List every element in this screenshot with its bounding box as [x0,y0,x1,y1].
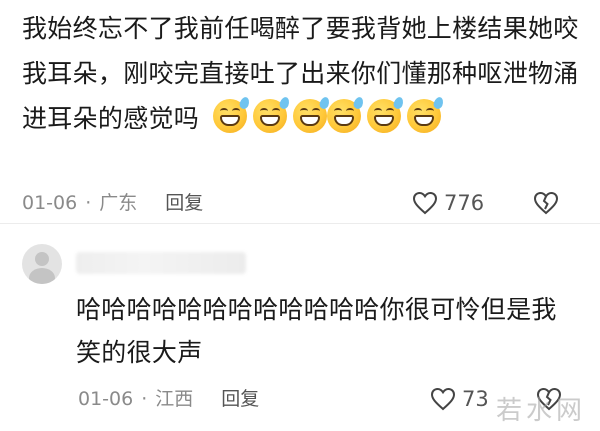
comment-meta: 01-06 · 广东 回复 [22,189,203,217]
meta-separator: · [141,388,148,410]
comment-text-block: 我始终忘不了我前任喝醉了要我背她上楼结果她咬我耳朵，刚咬完直接吐了出来你们懂那种… [22,6,588,141]
grinning-sweat-emoji-icon [253,95,292,133]
grinning-sweat-emoji-icon [293,95,332,133]
meta-separator: · [85,192,92,214]
comment-like-count: 776 [444,191,485,215]
grinning-sweat-emoji-icon [407,95,446,133]
heart-icon [412,191,438,215]
comment-reply-button[interactable]: 回复 [165,189,203,217]
reply-like-button[interactable]: 73 [430,385,489,413]
reply-date: 01-06 [78,388,134,410]
comment-location: 广东 [99,192,138,214]
emoji-row [199,95,446,133]
reply-text: 哈哈哈哈哈哈哈哈哈哈哈哈你很可怜但是我笑的很大声 [76,295,557,367]
grinning-sweat-emoji-icon [213,95,252,133]
broken-heart-icon[interactable] [533,191,559,215]
avatar[interactable] [22,244,62,284]
divider [0,223,600,224]
grinning-sweat-emoji-icon [327,95,366,133]
grinning-sweat-emoji-icon [367,95,406,133]
watermark: 若水网 [495,396,586,426]
reply-like-count: 73 [462,387,489,411]
username-blurred [76,252,246,274]
comment-date: 01-06 [22,192,78,214]
reply-meta: 01-06 · 江西 回复 [78,385,259,413]
comment-like-button[interactable]: 776 [412,189,484,217]
heart-icon [430,387,456,411]
reply-location: 江西 [155,388,194,410]
reply-reply-button[interactable]: 回复 [221,385,259,413]
